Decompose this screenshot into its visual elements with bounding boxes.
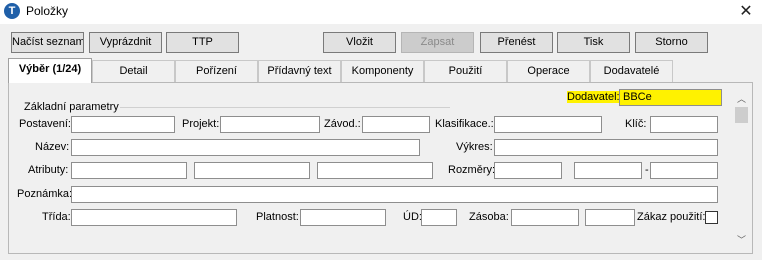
note-label: Poznámka:	[17, 188, 73, 200]
drawing-field[interactable]	[494, 139, 718, 156]
project-label: Projekt:	[182, 118, 220, 130]
drawing-label: Výkres:	[456, 141, 493, 153]
classification-label: Klasifikace.:	[435, 118, 494, 130]
ud-label: ÚD:	[403, 211, 422, 223]
dimensions-label: Rozměry:	[448, 164, 496, 176]
stock-field-2[interactable]	[585, 209, 635, 226]
supplier-field[interactable]: BBCe	[619, 89, 722, 106]
print-button[interactable]: Tisk	[557, 32, 630, 53]
ban-use-checkbox[interactable]	[705, 211, 718, 224]
transfer-button[interactable]: Přenést	[480, 32, 553, 53]
close-icon[interactable]: ✕	[736, 2, 756, 22]
plant-field[interactable]	[362, 116, 430, 133]
load-list-button[interactable]: Načíst seznam	[11, 32, 84, 53]
group-divider	[120, 107, 450, 108]
placement-label: Postavení:	[19, 118, 71, 130]
stock-label: Zásoba:	[469, 211, 509, 223]
write-button[interactable]: Zapsat	[401, 32, 474, 53]
app-logo-icon: T	[4, 3, 20, 19]
cancel-button[interactable]: Storno	[635, 32, 708, 53]
tab-detail[interactable]: Detail	[92, 60, 175, 82]
tab-pridavny-text[interactable]: Přídavný text	[258, 60, 341, 82]
tab-vyber[interactable]: Výběr (1/24)	[8, 58, 92, 83]
validity-field[interactable]	[300, 209, 386, 226]
name-label: Název:	[35, 141, 70, 153]
scroll-down-icon[interactable]: ﹀	[733, 233, 750, 247]
supplier-label: Dodavatel:	[567, 91, 620, 103]
class-field[interactable]	[71, 209, 237, 226]
dimension-field-1[interactable]	[494, 162, 562, 179]
tab-komponenty[interactable]: Komponenty	[341, 60, 424, 82]
insert-button[interactable]: Vložit	[323, 32, 396, 53]
ban-use-label: Zákaz použití:	[637, 211, 706, 223]
placement-field[interactable]	[71, 116, 175, 133]
dimension-field-2[interactable]	[574, 162, 642, 179]
note-field[interactable]	[71, 186, 718, 203]
tab-porizeni[interactable]: Pořízení	[175, 60, 258, 82]
dimension-separator: -	[645, 164, 649, 176]
clear-button[interactable]: Vyprázdnit	[89, 32, 162, 53]
key-field[interactable]	[650, 116, 718, 133]
plant-label: Závod.:	[324, 118, 361, 130]
stock-field[interactable]	[511, 209, 579, 226]
tab-operace[interactable]: Operace	[507, 60, 590, 82]
project-field[interactable]	[220, 116, 320, 133]
name-field[interactable]	[71, 139, 420, 156]
scroll-thumb[interactable]	[735, 107, 748, 123]
attributes-label: Atributy:	[28, 164, 69, 176]
tab-dodavatele[interactable]: Dodavatelé	[590, 60, 673, 82]
ud-field[interactable]	[421, 209, 457, 226]
attribute-field-1[interactable]	[71, 162, 187, 179]
key-label: Klíč:	[625, 118, 647, 130]
dimension-field-3[interactable]	[650, 162, 718, 179]
ttp-button[interactable]: TTP	[166, 32, 239, 53]
tab-pouziti[interactable]: Použití	[424, 60, 507, 82]
title-bar: T Položky ✕	[0, 0, 762, 24]
class-label: Třída:	[42, 211, 71, 223]
attribute-field-3[interactable]	[317, 162, 433, 179]
attribute-field-2[interactable]	[194, 162, 310, 179]
classification-field[interactable]	[494, 116, 602, 133]
vertical-scrollbar[interactable]: ︿ ﹀	[733, 91, 750, 249]
group-title: Základní parametry	[24, 101, 119, 113]
scroll-up-icon[interactable]: ︿	[733, 92, 750, 106]
window-title: Položky	[26, 4, 69, 18]
validity-label: Platnost:	[256, 211, 299, 223]
